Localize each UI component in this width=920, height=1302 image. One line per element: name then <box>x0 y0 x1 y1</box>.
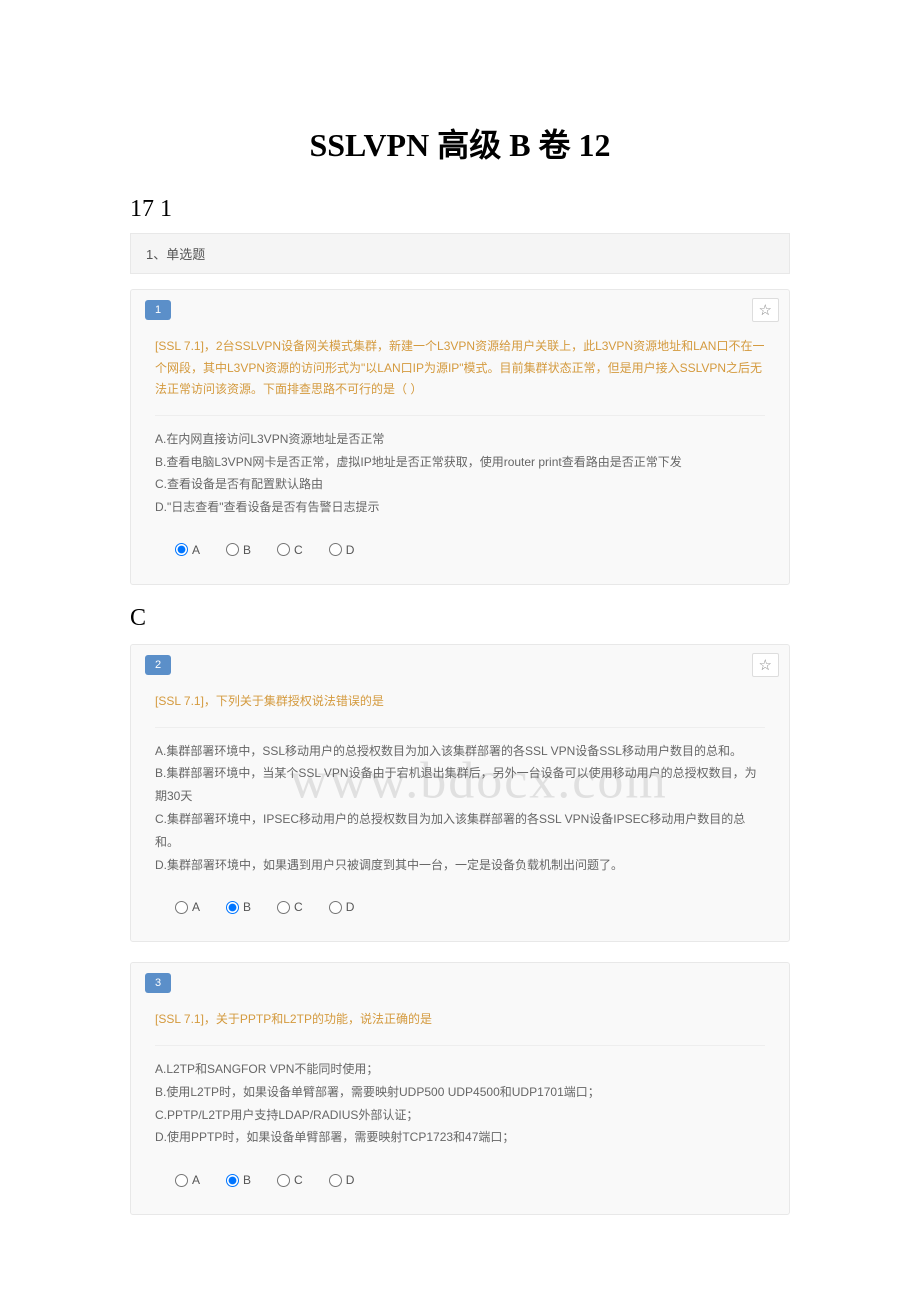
radio-d[interactable]: D <box>329 900 355 914</box>
star-icon[interactable]: ☆ <box>752 298 779 322</box>
radio-group: A B C D <box>155 533 765 557</box>
question-body: [SSL 7.1]，下列关于集群授权说法错误的是 A.集群部署环境中，SSL移动… <box>131 685 789 926</box>
radio-label: A <box>192 1173 200 1187</box>
question-card-1: 1 ☆ [SSL 7.1]，2台SSLVPN设备网关模式集群，新建一个L3VPN… <box>130 289 790 585</box>
radio-input-c[interactable] <box>277 543 290 556</box>
radio-label: A <box>192 900 200 914</box>
page-title: SSLVPN 高级 B 卷 12 <box>0 120 920 166</box>
question-header: 1 ☆ <box>131 290 789 330</box>
radio-a[interactable]: A <box>175 900 200 914</box>
radio-a[interactable]: A <box>175 1173 200 1187</box>
radio-input-b[interactable] <box>226 901 239 914</box>
radio-b[interactable]: B <box>226 543 251 557</box>
radio-input-b[interactable] <box>226 1174 239 1187</box>
radio-c[interactable]: C <box>277 1173 303 1187</box>
option-c: C.查看设备是否有配置默认路由 <box>155 473 765 496</box>
question-prompt: [SSL 7.1]，下列关于集群授权说法错误的是 <box>155 691 765 713</box>
question-prompt: [SSL 7.1]，2台SSLVPN设备网关模式集群，新建一个L3VPN资源给用… <box>155 336 765 401</box>
radio-b[interactable]: B <box>226 1173 251 1187</box>
question-options: A.L2TP和SANGFOR VPN不能同时使用； B.使用L2TP时，如果设备… <box>155 1045 765 1149</box>
radio-label: A <box>192 543 200 557</box>
radio-c[interactable]: C <box>277 900 303 914</box>
option-c: C.PPTP/L2TP用户支持LDAP/RADIUS外部认证； <box>155 1104 765 1127</box>
radio-label: D <box>346 900 355 914</box>
radio-input-d[interactable] <box>329 543 342 556</box>
radio-label: B <box>243 1173 251 1187</box>
section-header: 1、单选题 <box>130 233 790 274</box>
question-header: 3 <box>131 963 789 1003</box>
option-a: A.集群部署环境中，SSL移动用户的总授权数目为加入该集群部署的各SSL VPN… <box>155 740 765 763</box>
option-a: A.在内网直接访问L3VPN资源地址是否正常 <box>155 428 765 451</box>
radio-input-c[interactable] <box>277 1174 290 1187</box>
radio-label: D <box>346 1173 355 1187</box>
sub-number: 17 1 <box>130 196 920 223</box>
question-number-badge: 1 <box>145 300 171 320</box>
radio-label: B <box>243 900 251 914</box>
question-body: [SSL 7.1]，2台SSLVPN设备网关模式集群，新建一个L3VPN资源给用… <box>131 330 789 569</box>
option-b: B.使用L2TP时，如果设备单臂部署，需要映射UDP500 UDP4500和UD… <box>155 1081 765 1104</box>
option-c: C.集群部署环境中，IPSEC移动用户的总授权数目为加入该集群部署的各SSL V… <box>155 808 765 854</box>
radio-label: B <box>243 543 251 557</box>
radio-b[interactable]: B <box>226 900 251 914</box>
option-a: A.L2TP和SANGFOR VPN不能同时使用； <box>155 1058 765 1081</box>
question-card-3: 3 [SSL 7.1]，关于PPTP和L2TP的功能，说法正确的是 A.L2TP… <box>130 962 790 1215</box>
radio-label: D <box>346 543 355 557</box>
option-b: B.集群部署环境中，当某个SSL VPN设备由于宕机退出集群后，另外一台设备可以… <box>155 762 765 808</box>
radio-a[interactable]: A <box>175 543 200 557</box>
radio-input-b[interactable] <box>226 543 239 556</box>
radio-c[interactable]: C <box>277 543 303 557</box>
radio-label: C <box>294 543 303 557</box>
answer-text: C <box>130 605 920 632</box>
option-d: D.使用PPTP时，如果设备单臂部署，需要映射TCP1723和47端口； <box>155 1126 765 1149</box>
question-header: 2 ☆ <box>131 645 789 685</box>
radio-input-a[interactable] <box>175 901 188 914</box>
radio-d[interactable]: D <box>329 1173 355 1187</box>
option-b: B.查看电脑L3VPN网卡是否正常，虚拟IP地址是否正常获取，使用router … <box>155 451 765 474</box>
star-icon[interactable]: ☆ <box>752 653 779 677</box>
radio-d[interactable]: D <box>329 543 355 557</box>
question-body: [SSL 7.1]，关于PPTP和L2TP的功能，说法正确的是 A.L2TP和S… <box>131 1003 789 1199</box>
radio-label: C <box>294 900 303 914</box>
question-card-2: www.bdocx.com 2 ☆ [SSL 7.1]，下列关于集群授权说法错误… <box>130 644 790 942</box>
question-prompt: [SSL 7.1]，关于PPTP和L2TP的功能，说法正确的是 <box>155 1009 765 1031</box>
question-number-badge: 2 <box>145 655 171 675</box>
question-number-badge: 3 <box>145 973 171 993</box>
radio-input-a[interactable] <box>175 543 188 556</box>
radio-input-d[interactable] <box>329 901 342 914</box>
radio-input-c[interactable] <box>277 901 290 914</box>
radio-label: C <box>294 1173 303 1187</box>
radio-input-a[interactable] <box>175 1174 188 1187</box>
radio-input-d[interactable] <box>329 1174 342 1187</box>
question-options: A.在内网直接访问L3VPN资源地址是否正常 B.查看电脑L3VPN网卡是否正常… <box>155 415 765 519</box>
radio-group: A B C D <box>155 1163 765 1187</box>
option-d: D.集群部署环境中，如果遇到用户只被调度到其中一台，一定是设备负载机制出问题了。 <box>155 854 765 877</box>
question-options: A.集群部署环境中，SSL移动用户的总授权数目为加入该集群部署的各SSL VPN… <box>155 727 765 877</box>
option-d: D."日志查看"查看设备是否有告警日志提示 <box>155 496 765 519</box>
radio-group: A B C D <box>155 890 765 914</box>
